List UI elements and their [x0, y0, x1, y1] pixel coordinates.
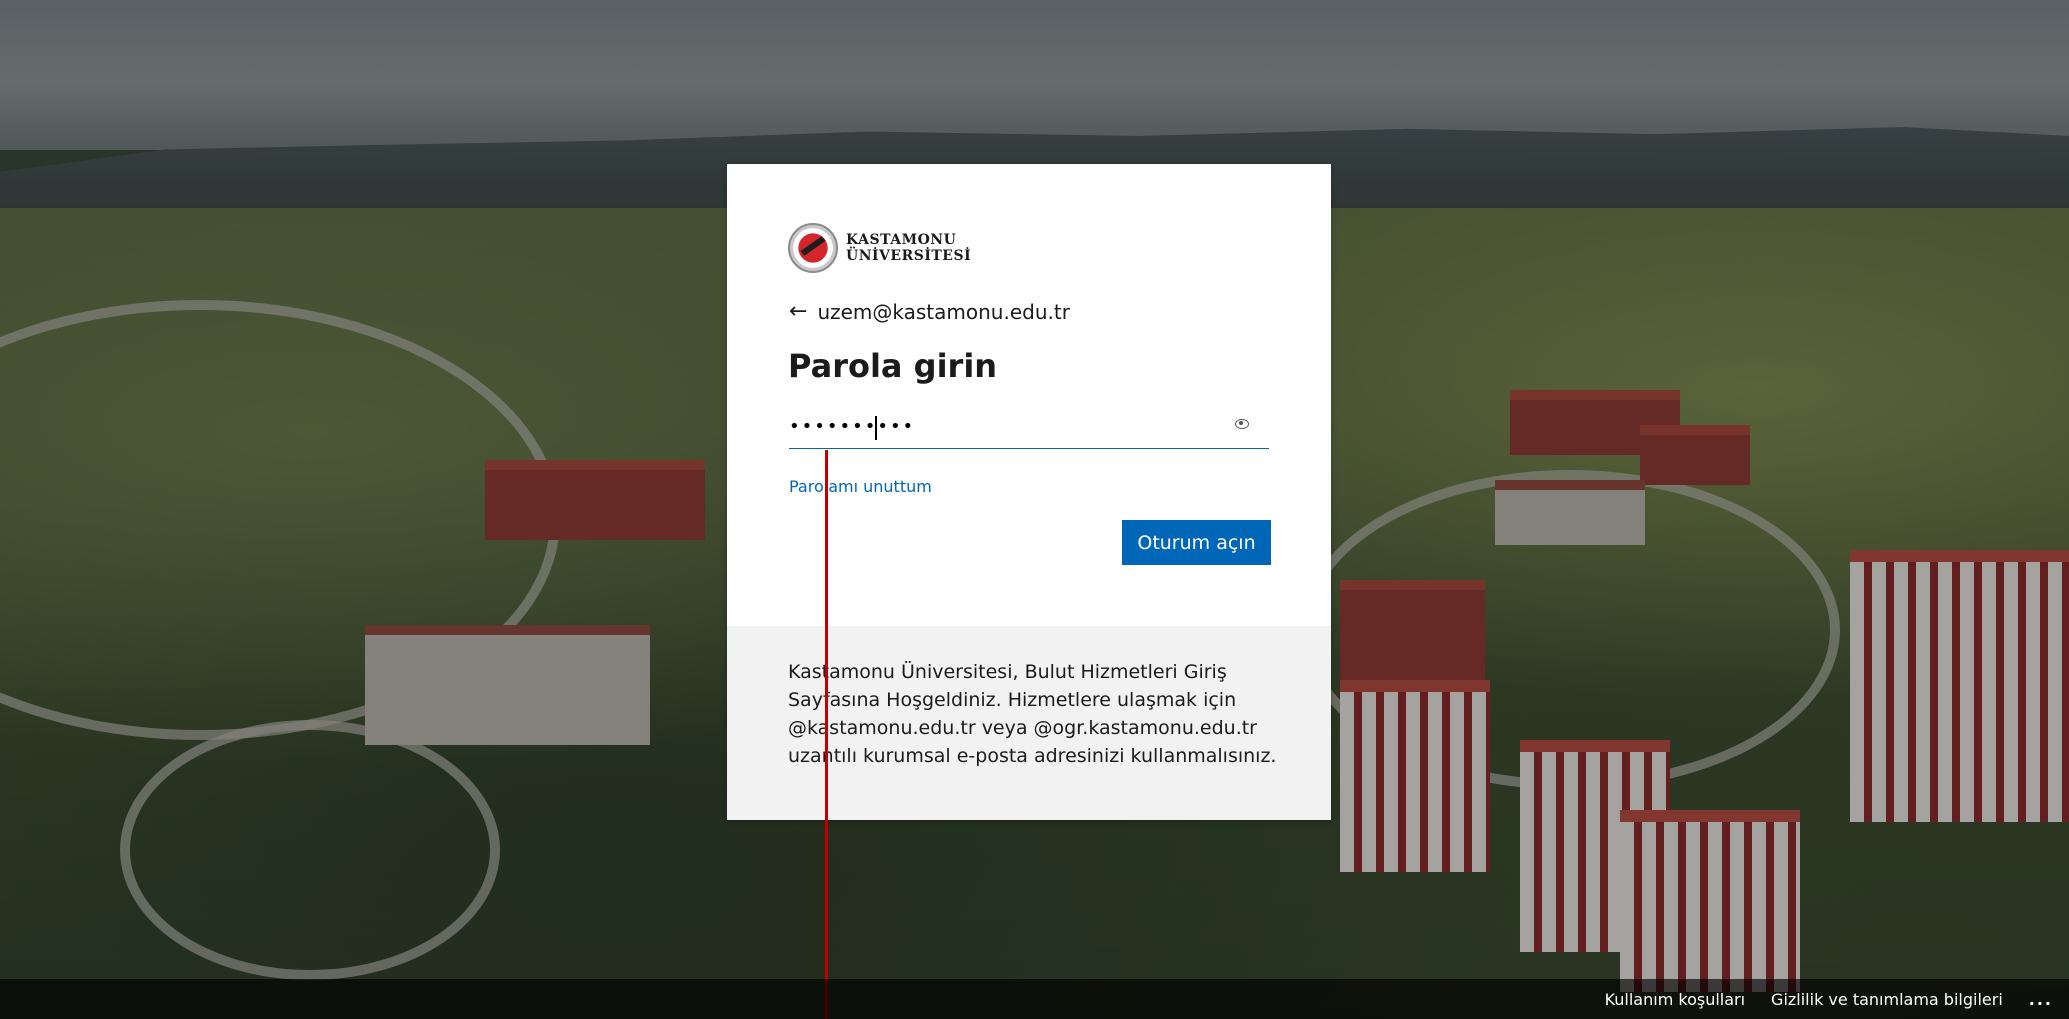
- logo-line-1: KASTAMONU: [846, 232, 957, 248]
- university-seal-icon: [788, 223, 838, 273]
- logo-text: KASTAMONU ÜNİVERSİTESİ: [846, 232, 971, 264]
- back-arrow-icon[interactable]: ←: [789, 299, 807, 324]
- footer-description: Kastamonu Üniversitesi, Bulut Hizmetleri…: [788, 661, 1277, 767]
- page-title: Parola girin: [788, 347, 998, 385]
- password-field-container: [789, 406, 1269, 449]
- login-card-main: KASTAMONU ÜNİVERSİTESİ ← uzem@kastamonu.…: [727, 164, 1331, 626]
- bottom-links: Kullanım koşulları Gizlilik ve tanımlama…: [1579, 979, 2053, 1019]
- forgot-password-link[interactable]: Parolamı unuttum: [789, 477, 932, 496]
- login-card: KASTAMONU ÜNİVERSİTESİ ← uzem@kastamonu.…: [727, 164, 1331, 820]
- logo-line-2: ÜNİVERSİTESİ: [846, 248, 972, 264]
- annotation-line: [825, 450, 828, 1019]
- sign-in-button[interactable]: Oturum açın: [1122, 520, 1271, 565]
- login-card-footer: Kastamonu Üniversitesi, Bulut Hizmetleri…: [727, 626, 1331, 820]
- university-logo: KASTAMONU ÜNİVERSİTESİ: [788, 223, 971, 273]
- text-caret: [875, 416, 877, 440]
- eye-icon[interactable]: [1235, 419, 1249, 429]
- identity-back-button[interactable]: ← uzem@kastamonu.edu.tr: [789, 299, 1070, 324]
- more-options-button[interactable]: ...: [2029, 990, 2053, 1009]
- bottom-bar: Kullanım koşulları Gizlilik ve tanımlama…: [0, 979, 2069, 1019]
- identity-email: uzem@kastamonu.edu.tr: [817, 299, 1070, 324]
- privacy-link[interactable]: Gizlilik ve tanımlama bilgileri: [1771, 990, 2003, 1009]
- password-input[interactable]: [789, 406, 1229, 446]
- terms-link[interactable]: Kullanım koşulları: [1605, 990, 1745, 1009]
